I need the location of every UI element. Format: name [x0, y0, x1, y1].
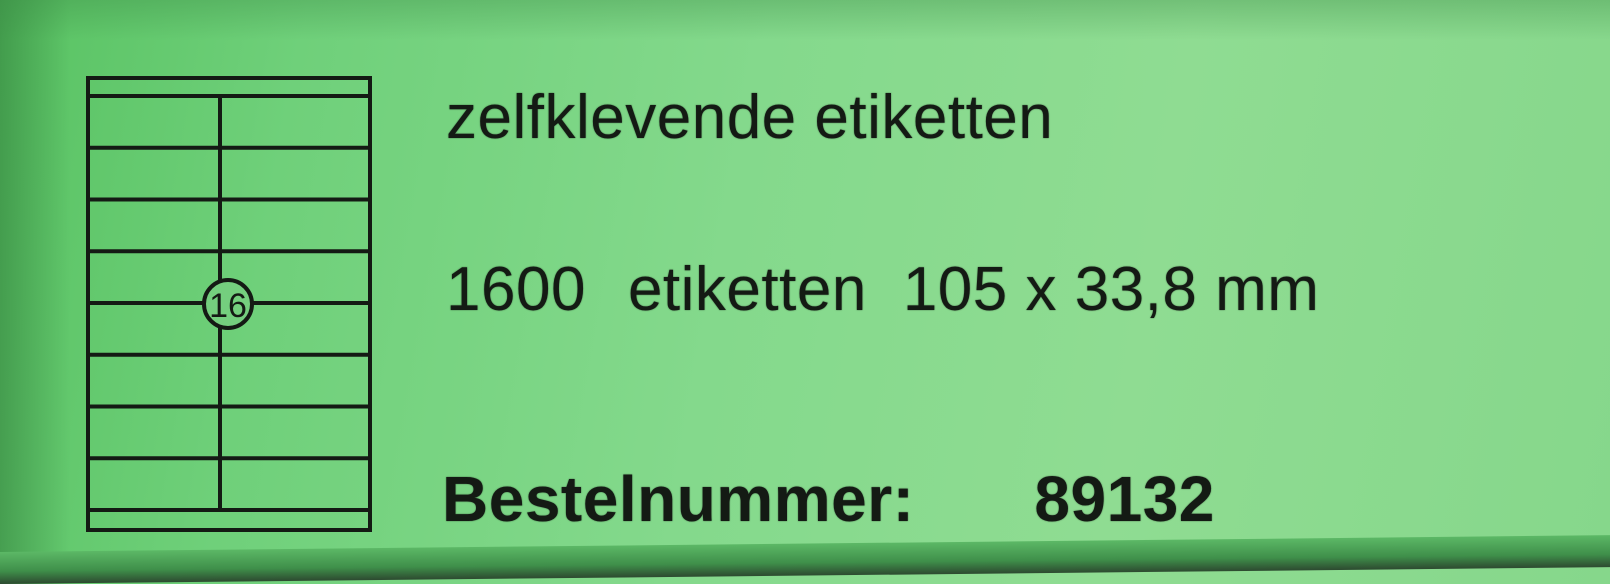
- sheet-count-badge: 16: [202, 278, 254, 330]
- quantity-line: 1600 etiketten 105 x 33,8 mm: [446, 254, 1319, 325]
- product-title: zelfklevende etiketten: [446, 83, 1054, 152]
- order-number-label: Bestelnummer:: [442, 463, 915, 535]
- label-shadow-left: [0, 0, 70, 584]
- product-label: 16 zelfklevende etiketten 1600 etiketten 1…: [0, 0, 1610, 584]
- labels-per-sheet-text: 16: [209, 287, 247, 325]
- label-shadow-top: [0, 0, 1610, 40]
- label-dimensions: 105 x 33,8 mm: [902, 255, 1320, 324]
- label-count: 1600: [446, 255, 586, 324]
- label-sheet-icon: 16: [86, 76, 372, 532]
- label-unit-word: etiketten: [627, 255, 867, 324]
- order-line: Bestelnummer: 89132: [442, 462, 1215, 536]
- order-number-value: 89132: [1034, 463, 1215, 535]
